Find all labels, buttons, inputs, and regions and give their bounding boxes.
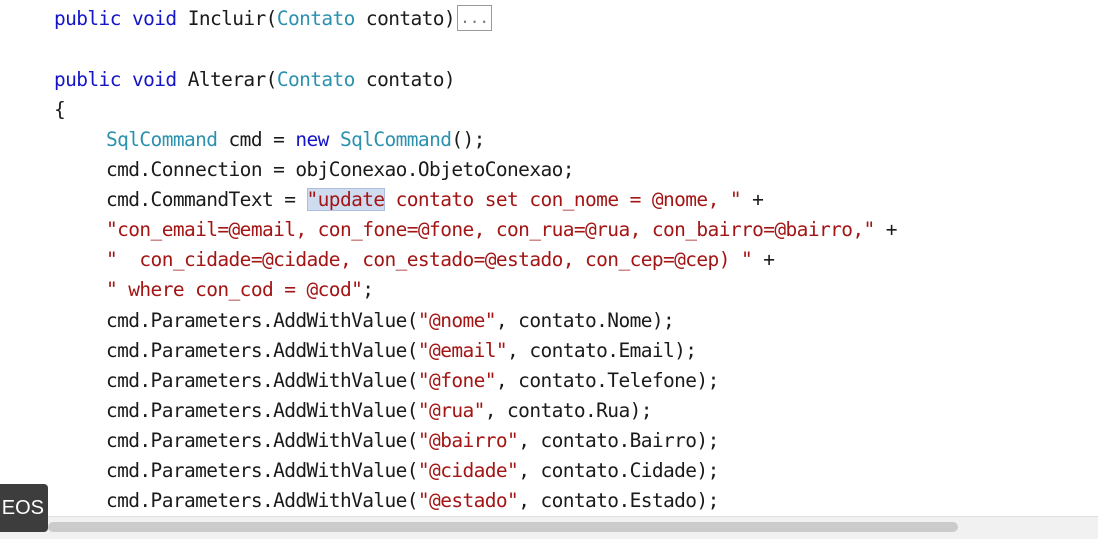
parameter: contato) xyxy=(354,7,456,30)
type-name: SqlCommand xyxy=(106,128,218,151)
scrollbar-thumb[interactable] xyxy=(48,522,958,532)
selected-text[interactable]: "update xyxy=(306,188,385,211)
string-literal: "@nome" xyxy=(417,309,497,332)
code-line-sql-part2: "con_email=@email, con_fone=@fone, con_r… xyxy=(106,215,898,245)
code-text: , contato.Estado); xyxy=(518,489,719,512)
code-text: cmd.CommandText = xyxy=(106,188,307,211)
code-line-connection: cmd.Connection = objConexao.ObjetoConexa… xyxy=(106,158,574,181)
code-line-param-estado: cmd.Parameters.AddWithValue("@estado", c… xyxy=(106,486,719,516)
code-text: , contato.Cidade); xyxy=(518,459,719,482)
code-line-incluir: public void Incluir(Contato contato)... xyxy=(54,4,492,34)
code-text: cmd.Parameters.AddWithValue( xyxy=(106,489,419,512)
string-literal: "@email" xyxy=(417,339,508,362)
code-text: + xyxy=(741,188,764,211)
code-line-param-rua: cmd.Parameters.AddWithValue("@rua", cont… xyxy=(106,396,652,426)
code-text: cmd.Parameters.AddWithValue( xyxy=(106,339,419,362)
code-line-param-nome: cmd.Parameters.AddWithValue("@nome", con… xyxy=(106,306,675,336)
collapsed-region-button[interactable]: ... xyxy=(457,5,492,31)
video-overlay-label[interactable]: EOS xyxy=(0,484,48,532)
code-text: , contato.Rua); xyxy=(484,399,653,422)
code-text: , contato.Email); xyxy=(507,339,697,362)
code-line-sql-part4: " where con_cod = @cod"; xyxy=(106,275,374,305)
code-text: , contato.Telefone); xyxy=(495,369,719,392)
method-name: Alterar( xyxy=(187,68,278,91)
string-literal: " where con_cod = @cod" xyxy=(106,278,363,301)
string-literal: "@fone" xyxy=(417,369,497,392)
keyword-public: public xyxy=(54,68,121,91)
code-line-sqlcommand: SqlCommand cmd = new SqlCommand(); xyxy=(106,125,485,155)
keyword-public: public xyxy=(54,7,121,30)
type-name: Contato xyxy=(276,68,356,91)
code-text: cmd.Parameters.AddWithValue( xyxy=(106,369,419,392)
code-line-param-bairro: cmd.Parameters.AddWithValue("@bairro", c… xyxy=(106,426,719,456)
method-name: Incluir( xyxy=(187,7,278,30)
code-text: (); xyxy=(451,128,485,151)
code-line-sql-part3: " con_cidade=@cidade, con_estado=@estado… xyxy=(106,245,775,275)
type-name: SqlCommand xyxy=(339,128,452,151)
string-literal: contato set con_nome = @nome, " xyxy=(384,188,742,211)
string-literal: "con_email=@email, con_fone=@fone, con_r… xyxy=(106,218,875,241)
string-literal: "@bairro" xyxy=(417,429,519,452)
keyword-new: new xyxy=(295,128,329,151)
code-text: + xyxy=(874,218,898,241)
code-text: ; xyxy=(362,278,374,301)
code-line-alterar: public void Alterar(Contato contato) xyxy=(54,65,456,95)
string-literal: "@estado" xyxy=(417,489,519,512)
code-text: cmd = xyxy=(217,128,296,151)
code-line-param-email: cmd.Parameters.AddWithValue("@email", co… xyxy=(106,336,697,366)
code-line-open-brace: { xyxy=(54,98,66,121)
keyword-void: void xyxy=(131,7,177,30)
code-text: cmd.Parameters.AddWithValue( xyxy=(106,459,419,482)
code-text: , contato.Bairro); xyxy=(518,429,719,452)
code-text: cmd.Parameters.AddWithValue( xyxy=(106,309,419,332)
code-line-commandtext: cmd.CommandText = "update contato set co… xyxy=(106,185,764,215)
code-line-param-cidade: cmd.Parameters.AddWithValue("@cidade", c… xyxy=(106,456,719,486)
code-text: + xyxy=(752,248,775,271)
code-text: cmd.Parameters.AddWithValue( xyxy=(106,429,419,452)
code-text: cmd.Parameters.AddWithValue( xyxy=(106,399,419,422)
string-literal: " con_cidade=@cidade, con_estado=@estado… xyxy=(106,248,753,271)
code-text: , contato.Nome); xyxy=(495,309,675,332)
code-editor[interactable]: public void Incluir(Contato contato)... … xyxy=(0,0,1098,538)
keyword-void: void xyxy=(131,68,177,91)
parameter: contato) xyxy=(354,68,456,91)
type-name: Contato xyxy=(276,7,356,30)
string-literal: "@cidade" xyxy=(417,459,519,482)
code-line-param-fone: cmd.Parameters.AddWithValue("@fone", con… xyxy=(106,366,719,396)
string-literal: "@rua" xyxy=(417,399,485,422)
